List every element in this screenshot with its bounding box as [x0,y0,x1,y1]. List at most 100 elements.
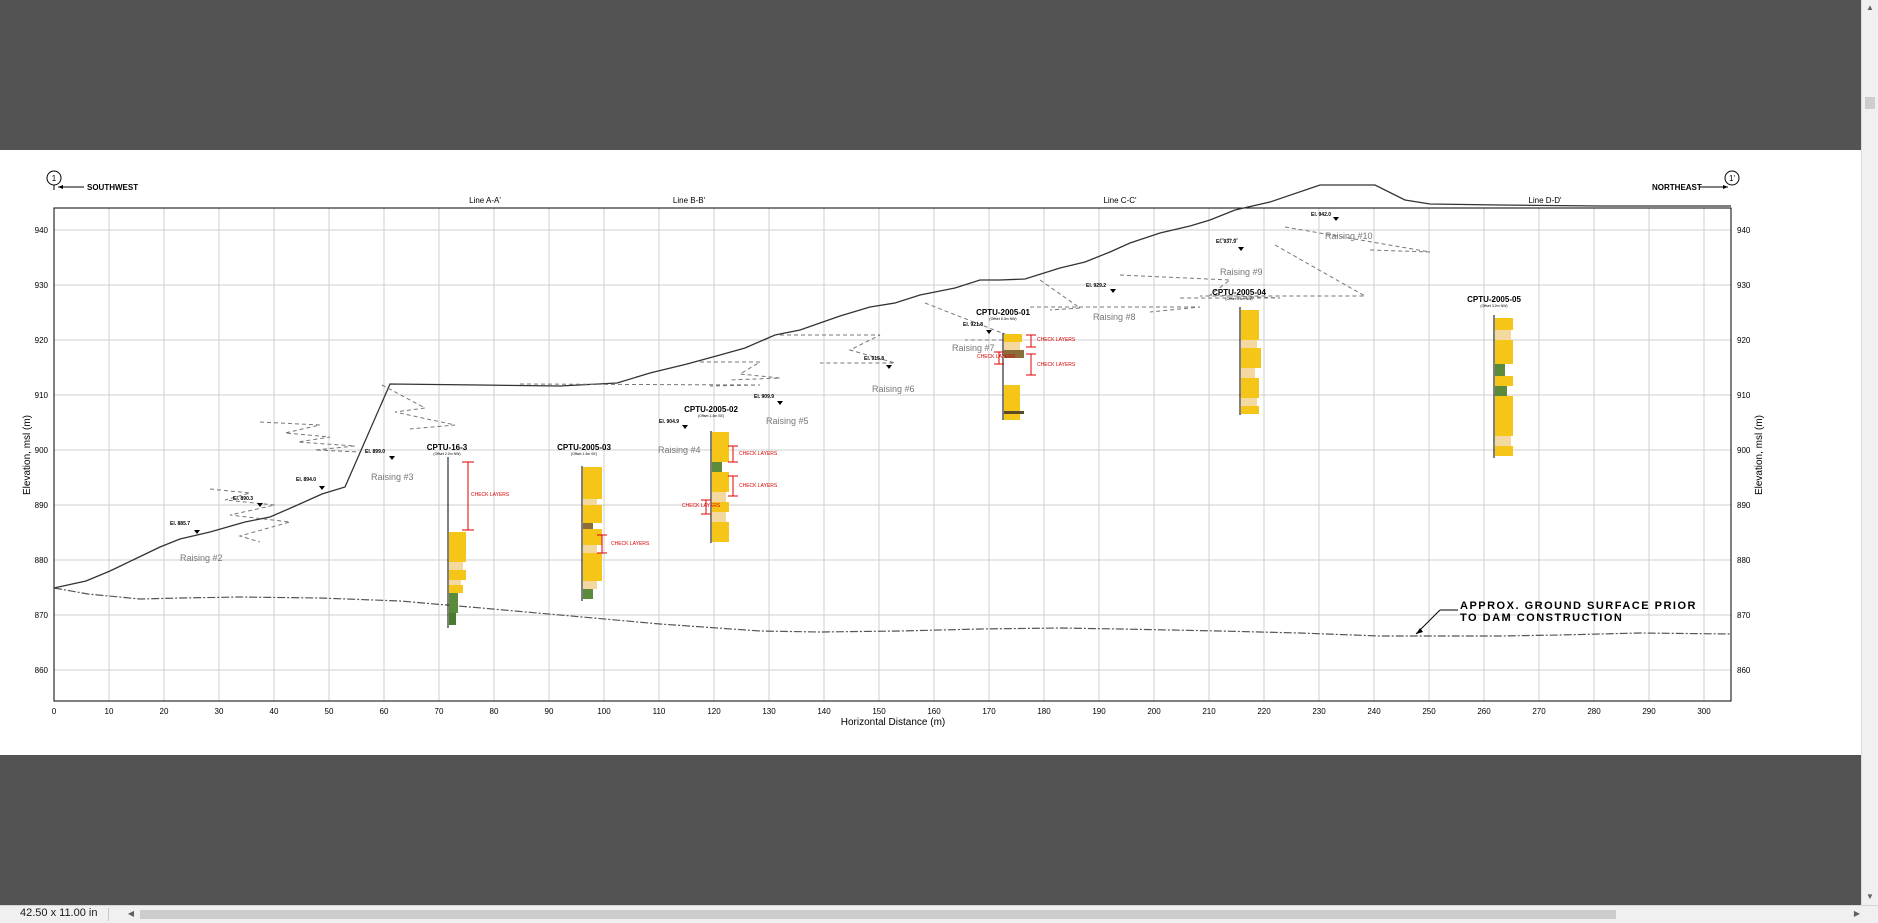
y-tick-label-right: 910 [1737,391,1751,400]
x-tick-label: 130 [762,707,776,716]
x-tick-label: 290 [1642,707,1656,716]
y-tick-label-left: 930 [35,281,49,290]
cptu-soundings: CPTU-16-3 (Offset 2.2m NW) CPTU-2005-03 … [427,288,1521,628]
raising-3-label: Raising #3 [371,472,414,482]
annotation-marker: CHECK LAYERS [1026,353,1076,376]
svg-text:El. 890.3: El. 890.3 [233,496,253,502]
y-tick-label-left: 860 [35,666,49,675]
cross-section-drawing: 1 SOUTHWEST 1' NORTHEAST Line A-A' Line … [22,170,1765,728]
raising-labels: Raising #2 Raising #3 Raising #4 Raising… [180,231,1373,563]
svg-text:El. 915.8: El. 915.8 [864,356,884,362]
scroll-left-arrow-icon[interactable]: ◀ [124,907,138,921]
crest-marker: El. 904.9 [659,419,688,429]
y-tick-label-right: 870 [1737,611,1751,620]
svg-text:CHECK LAYERS: CHECK LAYERS [739,483,778,489]
x-tick-label: 190 [1092,707,1106,716]
x-tick-label: 10 [105,707,114,716]
crest-marker: El. 921.8 [963,322,992,334]
svg-text:APPROX. GROUND SURFACE PRIOR: APPROX. GROUND SURFACE PRIOR [1460,600,1697,612]
svg-text:CHECK LAYERS: CHECK LAYERS [471,492,510,498]
annotation-marker: CHECK LAYERS [728,475,778,497]
drawing-sheet: 1 SOUTHWEST 1' NORTHEAST Line A-A' Line … [0,150,1862,755]
raising-2-label: Raising #2 [180,553,223,563]
svg-text:CPTU-16-3: CPTU-16-3 [427,443,468,452]
y-tick-label-right: 860 [1737,666,1751,675]
line-a-label: Line A-A' [469,196,501,205]
y-axis-label-left: Elevation, msl (m) [22,415,33,495]
svg-text:CHECK LAYERS: CHECK LAYERS [1037,337,1076,343]
svg-text:CPTU-2005-02: CPTU-2005-02 [684,405,738,414]
annotation-marker: CHECK LAYERS [597,534,650,554]
annotation-marker: CHECK LAYERS [728,445,778,463]
x-tick-label: 160 [927,707,941,716]
svg-text:1': 1' [1729,174,1735,183]
cptu-sounding: CPTU-2005-02 (Offset 1.4m SE) [684,405,738,543]
svg-text:NORTHEAST: NORTHEAST [1652,183,1702,192]
line-d-label: Line D-D' [1528,196,1562,205]
svg-text:1: 1 [52,174,57,183]
scroll-up-arrow-icon[interactable]: ▲ [1862,0,1878,16]
svg-text:El. 921.8: El. 921.8 [963,322,983,328]
horizontal-scrollbar[interactable]: ◀ ▶ [124,907,1864,921]
raising-7-label: Raising #7 [952,343,995,353]
svg-text:CHECK LAYERS: CHECK LAYERS [977,354,1016,360]
cross-section-line-labels: Line A-A' Line B-B' Line C-C' Line D-D' [469,196,1562,205]
y-tick-label-left: 910 [35,391,49,400]
svg-text:CHECK LAYERS: CHECK LAYERS [739,451,778,457]
page-size-readout: 42.50 x 11.00 in [20,907,98,919]
ground-surface-note: APPROX. GROUND SURFACE PRIOR TO DAM CONS… [1415,600,1697,635]
x-tick-label: 240 [1367,707,1381,716]
vertical-scroll-thumb[interactable] [1865,97,1875,109]
vertical-scrollbar[interactable]: ▲ ▼ [1861,0,1878,905]
status-bar: 42.50 x 11.00 in ◀ ▶ [0,905,1878,923]
annotation-marker: CHECK LAYERS [1026,334,1076,348]
x-tick-label: 50 [325,707,334,716]
y-tick-label-right: 900 [1737,446,1751,455]
x-tick-label: 230 [1312,707,1326,716]
cptu-sounding: CPTU-2005-04 (Offset 3.5m NW) [1212,288,1266,415]
x-tick-label: 40 [270,707,279,716]
section-end-marker: 1' [1724,170,1740,186]
raising-4-label: Raising #4 [658,445,701,455]
x-tick-label: 150 [872,707,886,716]
x-tick-label: 260 [1477,707,1491,716]
y-tick-label-left: 890 [35,501,49,510]
annotation-marker: CHECK LAYERS [462,461,510,531]
status-divider [108,908,109,921]
crest-marker: El. 942.0 [1311,212,1339,221]
svg-text:El. 894.0: El. 894.0 [296,477,316,483]
cptu-sounding: CPTU-2005-03 (Offset 1.4m SE) [557,443,611,601]
crest-marker: El. 937.9 [1216,239,1244,251]
y-tick-label-right: 930 [1737,281,1751,290]
x-tick-label: 30 [215,707,224,716]
x-tick-label: 70 [435,707,444,716]
y-tick-label-left: 880 [35,556,49,565]
x-tick-label: 80 [490,707,499,716]
x-tick-label: 210 [1202,707,1216,716]
raising-8-label: Raising #8 [1093,312,1136,322]
y-tick-label-right: 920 [1737,336,1751,345]
svg-text:CHECK LAYERS: CHECK LAYERS [682,503,721,509]
document-viewport[interactable]: 1 SOUTHWEST 1' NORTHEAST Line A-A' Line … [0,0,1862,905]
scroll-down-arrow-icon[interactable]: ▼ [1862,889,1878,905]
x-tick-label: 110 [653,707,666,716]
plot-frame [53,207,1732,702]
scroll-right-arrow-icon[interactable]: ▶ [1850,907,1864,921]
svg-text:CHECK LAYERS: CHECK LAYERS [611,541,650,547]
svg-text:El. 942.0: El. 942.0 [1311,212,1331,218]
svg-text:El. 899.0: El. 899.0 [365,449,385,455]
x-tick-label: 0 [52,707,57,716]
raising-9-label: Raising #9 [1220,267,1263,277]
svg-text:CPTU-2005-05: CPTU-2005-05 [1467,295,1521,304]
svg-text:TO DAM CONSTRUCTION: TO DAM CONSTRUCTION [1460,612,1623,624]
x-tick-label: 60 [380,707,389,716]
x-tick-label: 120 [707,707,721,716]
horizontal-scroll-thumb[interactable] [140,910,1616,919]
svg-text:CPTU-2005-03: CPTU-2005-03 [557,443,611,452]
svg-text:(Offset 3.2m NW): (Offset 3.2m NW) [1480,304,1507,308]
svg-text:El. 937.9: El. 937.9 [1216,239,1236,245]
y-tick-label-left: 870 [35,611,49,620]
line-c-label: Line C-C' [1103,196,1137,205]
y-tick-label-right: 880 [1737,556,1751,565]
line-b-label: Line B-B' [673,196,706,205]
